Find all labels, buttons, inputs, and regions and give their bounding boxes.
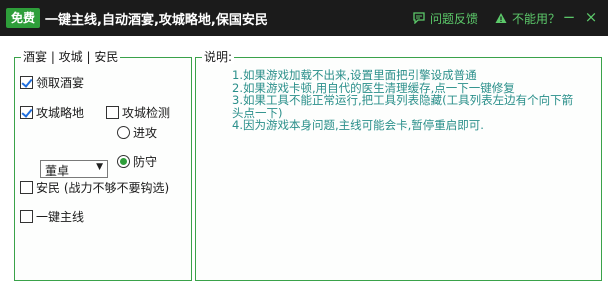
pacify-checkbox[interactable]: 安民 (战力不够不要钩选) [20, 179, 169, 196]
siege-check-label: 攻城检测 [122, 106, 171, 120]
siege-checkbox[interactable]: 攻城略地 [20, 104, 84, 121]
chevron-down-icon: ▼ [96, 162, 103, 172]
instructions-group: 说明: 1.如果游戏加载不出来,设置里面把引擎设成普通 2.如果游戏卡顿,用自代… [195, 50, 602, 281]
banquet-checkbox[interactable]: 领取酒宴 [20, 74, 84, 91]
cant-use-label: 不能用？ [512, 12, 561, 26]
banquet-checkbox-box[interactable] [20, 76, 33, 89]
instruction-line: 1.如果游戏加载不出来,设置里面把引擎设成普通 [232, 68, 477, 82]
minimize-button[interactable]: − [562, 8, 576, 26]
instruction-line: 4.因为游戏本身问题,主线可能会卡,暂停重启即可. [232, 118, 484, 132]
pacify-checkbox-box[interactable] [20, 181, 33, 194]
close-button[interactable]: × [584, 8, 598, 26]
app-title: 一键主线,自动酒宴,攻城略地,保国安民 [45, 13, 268, 28]
instructions-group-label: 说明: [202, 50, 235, 64]
defend-label: 防守 [133, 155, 158, 169]
banquet-label: 领取酒宴 [36, 76, 85, 90]
options-group-label: 酒宴 | 攻城 | 安民 [21, 50, 121, 64]
siege-check-checkbox-box[interactable] [106, 106, 119, 119]
options-group: 酒宴 | 攻城 | 安民 领取酒宴 攻城略地 攻城检测 进攻 董卓 ▼ 防守 安… [14, 50, 192, 281]
cant-use-link[interactable]: 不能用？ [495, 10, 560, 27]
main-content: 酒宴 | 攻城 | 安民 领取酒宴 攻城略地 攻城检测 进攻 董卓 ▼ 防守 安… [0, 36, 608, 283]
defend-radio-dot[interactable] [117, 155, 130, 168]
instructions-text: 1.如果游戏加载不出来,设置里面把引擎设成普通 2.如果游戏卡顿,用自代的医生清… [232, 69, 592, 132]
mainline-checkbox[interactable]: 一键主线 [20, 208, 84, 225]
mainline-checkbox-box[interactable] [20, 210, 33, 223]
chat-bubble-icon [413, 12, 425, 24]
attack-label: 进攻 [133, 126, 158, 140]
defend-radio[interactable]: 防守 [117, 153, 157, 170]
free-badge: 免费 [6, 8, 41, 28]
siege-label: 攻城略地 [36, 106, 85, 120]
siege-check-checkbox[interactable]: 攻城检测 [106, 104, 170, 121]
attack-radio[interactable]: 进攻 [117, 124, 157, 141]
attack-radio-dot[interactable] [117, 126, 130, 139]
feedback-link[interactable]: 问题反馈 [413, 10, 478, 27]
mainline-label: 一键主线 [36, 210, 85, 224]
pacify-label: 安民 (战力不够不要钩选) [36, 181, 170, 195]
general-select[interactable]: 董卓 ▼ [40, 160, 108, 178]
instruction-line: 3.如果工具不能正常运行,把工具列表隐藏(工具列表左边有个向下箭 [232, 93, 574, 107]
siege-checkbox-box[interactable] [20, 106, 33, 119]
title-bar: 免费 一键主线,自动酒宴,攻城略地,保国安民 问题反馈 不能用？ − × [0, 0, 608, 36]
general-select-value: 董卓 [45, 164, 70, 178]
warning-icon [495, 13, 507, 23]
feedback-label: 问题反馈 [430, 12, 479, 26]
